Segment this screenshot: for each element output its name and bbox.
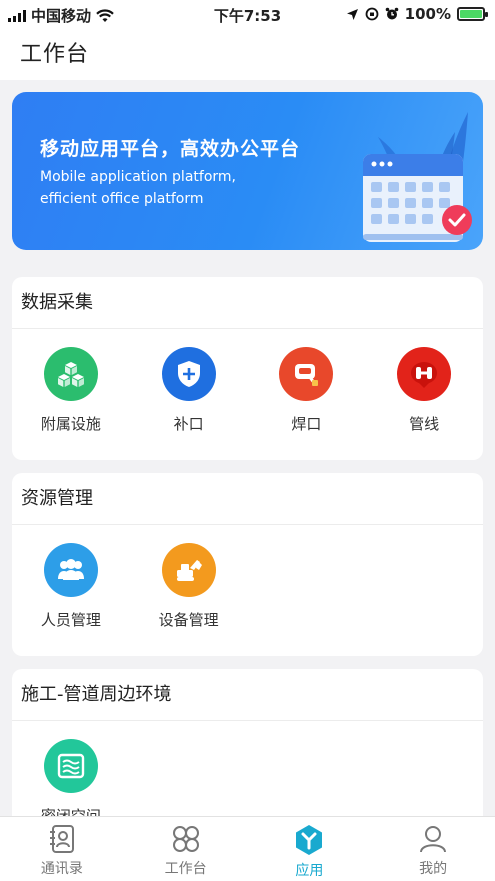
weld-icon [279, 347, 334, 401]
profile-icon [420, 826, 447, 853]
app-label: 焊口 [291, 415, 322, 433]
app-equipment-management[interactable]: 设备管理 [130, 543, 248, 630]
tab-workbench[interactable]: 工作台 [124, 817, 248, 881]
app-label: 附属设施 [40, 415, 101, 433]
app-label: 管线 [409, 415, 440, 433]
banner-subtitle-line1: Mobile application platform, [40, 169, 236, 185]
section-title: 资源管理 [12, 473, 483, 525]
location-arrow-icon [346, 8, 358, 20]
battery-icon [457, 7, 488, 21]
people-icon [43, 543, 98, 597]
page-title: 工作台 [20, 42, 90, 67]
app-label: 密闭空间 [40, 807, 101, 816]
battery-level [460, 10, 482, 18]
tab-label: 我的 [419, 861, 448, 877]
section-data-collection: 数据采集 附属设施 补口 焊口 管线 [12, 277, 483, 460]
section-title: 施工-管道周边环境 [12, 669, 483, 721]
contacts-icon [49, 825, 74, 853]
battery-percent: 100% [404, 5, 451, 23]
app-weld-joint[interactable]: 焊口 [248, 347, 366, 434]
tab-label: 通讯录 [40, 861, 83, 877]
bottom-tab-bar: 通讯录 工作台 应用 我的 [0, 816, 495, 881]
enclosed-space-icon [43, 739, 98, 793]
tab-label: 工作台 [164, 861, 207, 877]
section-construction-environment: 施工-管道周边环境 密闭空间 [12, 669, 483, 816]
app-ancillary-facilities[interactable]: 附属设施 [12, 347, 130, 434]
cubes-icon [43, 347, 98, 401]
pipeline-icon [397, 347, 452, 401]
tab-profile[interactable]: 我的 [371, 817, 495, 881]
section-resource-management: 资源管理 人员管理 设备管理 [12, 473, 483, 656]
app-label: 补口 [173, 415, 204, 433]
workbench-icon [172, 826, 199, 852]
promo-banner[interactable]: 移动应用平台，高效办公平台 Mobile application platfor… [12, 92, 483, 250]
shield-plus-icon [161, 347, 216, 401]
status-bar: 中国移动 下午7:53 100% [0, 0, 495, 28]
app-enclosed-space[interactable]: 密闭空间 [12, 739, 130, 816]
tab-contacts[interactable]: 通讯录 [0, 817, 124, 881]
apps-icon [296, 825, 323, 855]
app-pipeline[interactable]: 管线 [365, 347, 483, 434]
section-title: 数据采集 [12, 277, 483, 329]
app-personnel-management[interactable]: 人员管理 [12, 543, 130, 630]
app-header: 工作台 [0, 28, 495, 80]
tab-label: 应用 [295, 863, 324, 879]
banner-subtitle-line2: efficient office platform [40, 191, 204, 207]
main-content[interactable]: 移动应用平台，高效办公平台 Mobile application platfor… [0, 80, 495, 816]
banner-headline: 移动应用平台，高效办公平台 [40, 138, 301, 160]
excavator-icon [161, 543, 216, 597]
orientation-lock-icon [365, 7, 379, 21]
app-joint-coating[interactable]: 补口 [130, 347, 248, 434]
tab-apps[interactable]: 应用 [248, 817, 372, 881]
app-label: 设备管理 [158, 611, 219, 629]
alarm-icon [385, 7, 398, 20]
app-label: 人员管理 [40, 611, 101, 629]
calendar-illustration [363, 112, 472, 242]
